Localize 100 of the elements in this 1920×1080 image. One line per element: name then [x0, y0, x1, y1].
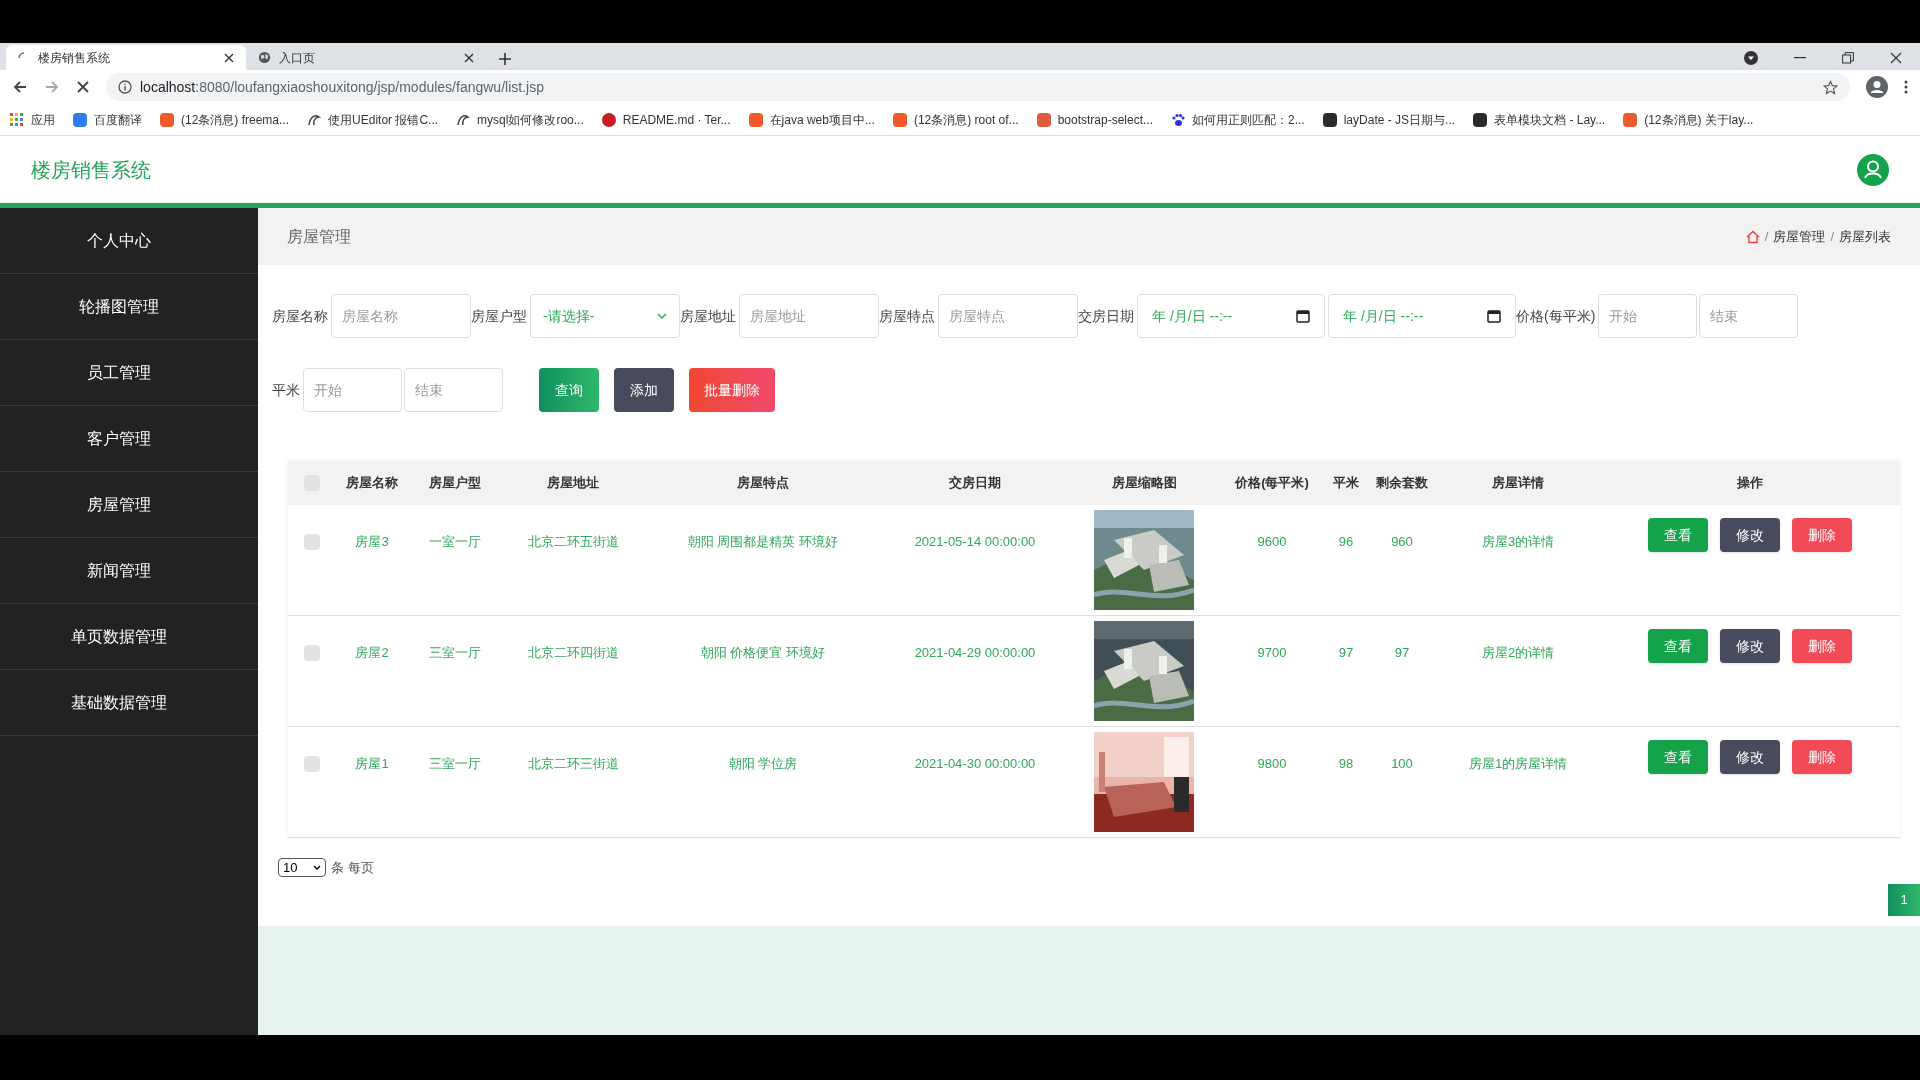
- column-header: 房屋户型: [428, 474, 482, 493]
- stop-loading-icon[interactable]: [76, 80, 90, 94]
- bookmark-link[interactable]: (12条消息) freema...: [181, 110, 290, 129]
- new-tab-icon[interactable]: [498, 52, 512, 66]
- filter-label: 价格(每平米): [1516, 306, 1596, 326]
- calendar-icon[interactable]: [1487, 309, 1501, 323]
- filter-input[interactable]: 结束: [1699, 294, 1799, 338]
- column-header: 剩余套数: [1375, 474, 1429, 493]
- square-logo-icon: [1036, 112, 1051, 127]
- filter-input[interactable]: 房屋名称: [331, 294, 471, 338]
- browser-tab[interactable]: 楼房销售系统: [6, 45, 246, 70]
- minimize-icon[interactable]: [1794, 56, 1806, 59]
- filter-label: 房屋地址: [680, 306, 736, 326]
- bookmark-link[interactable]: layDate - JS日期与...: [1343, 110, 1456, 129]
- table-cell-text: 北京二环四街道: [526, 644, 620, 662]
- app-title: 楼房销售系统: [31, 157, 151, 183]
- tab-title: 入口页: [279, 49, 316, 67]
- home-icon[interactable]: [1745, 229, 1760, 244]
- user-avatar-icon[interactable]: [1857, 153, 1889, 186]
- row-action-button[interactable]: 修改: [1720, 740, 1780, 774]
- column-header: 交房日期: [948, 474, 1002, 493]
- more-menu-icon[interactable]: [1904, 80, 1908, 94]
- row-action-button[interactable]: 删除: [1792, 518, 1852, 552]
- sidebar-item[interactable]: 客户管理: [0, 406, 258, 472]
- column-header: 房屋地址: [546, 474, 600, 493]
- filter-input[interactable]: 开始: [303, 368, 402, 412]
- column-header: 房屋特点: [736, 474, 790, 493]
- star-icon[interactable]: [1823, 79, 1838, 95]
- filter-label: 房屋户型: [471, 306, 527, 326]
- bookmark-link[interactable]: (12条消息) 关于lay...: [1644, 110, 1754, 129]
- row-action-button[interactable]: 删除: [1792, 629, 1852, 663]
- checkbox[interactable]: [304, 645, 320, 661]
- filter-input[interactable]: 开始: [1598, 294, 1698, 338]
- row-action-button[interactable]: 修改: [1720, 518, 1780, 552]
- filter-input[interactable]: 房屋特点: [938, 294, 1078, 338]
- row-action-button[interactable]: 删除: [1792, 740, 1852, 774]
- checkbox[interactable]: [304, 756, 320, 772]
- account-icon[interactable]: [1866, 76, 1888, 98]
- url-text: localhost:8080/loufangxiaoshouxitong/jsp/modules/fangwu/list.jsp: [140, 77, 544, 97]
- bookmark-link[interactable]: 如何用正则匹配：2...: [1192, 110, 1305, 129]
- per-page-label: 条 每页: [331, 859, 374, 877]
- tab-title: 楼房销售系统: [38, 49, 111, 67]
- bookmark-link[interactable]: README.md · Ter...: [622, 110, 731, 129]
- dropdown-circle-icon[interactable]: [1744, 50, 1758, 65]
- close-icon[interactable]: [224, 52, 234, 63]
- restore-icon[interactable]: [1842, 51, 1854, 64]
- table-cell-text: 朝阳 周围都是精英 环境好: [686, 533, 840, 551]
- c-logo-icon: [160, 112, 174, 127]
- column-header: 房屋详情: [1491, 474, 1545, 493]
- sidebar-item[interactable]: 基础数据管理: [0, 670, 258, 736]
- table-cell-text: 房屋2的详情: [1480, 644, 1556, 662]
- table-cell-text: 北京二环三街道: [526, 755, 620, 773]
- calendar-icon[interactable]: [1296, 309, 1310, 323]
- table-cell-text: 房屋3的详情: [1480, 533, 1556, 551]
- table-cell-text: 2021-04-30 00:00:00: [913, 755, 1037, 773]
- breadcrumb-link[interactable]: 房屋列表: [1839, 226, 1891, 247]
- table-cell-text: 朝阳 价格便宜 环境好: [699, 644, 827, 662]
- bookmark-link[interactable]: 表单模块文档 - Lay...: [1494, 110, 1606, 129]
- checkbox[interactable]: [304, 534, 320, 550]
- page-size-select[interactable]: 10: [278, 858, 326, 878]
- action-button[interactable]: 批量删除: [689, 368, 775, 412]
- table-cell-text: 960: [1390, 533, 1414, 551]
- square-logo-icon: [1473, 112, 1488, 127]
- table-cell-text: 9800: [1256, 755, 1288, 773]
- bookmark-link[interactable]: (12条消息) root of...: [913, 110, 1019, 129]
- bookmark-link[interactable]: mysql如何修改roo...: [477, 110, 584, 129]
- table-cell-text: 朝阳 学位房: [727, 755, 799, 773]
- sidebar-item[interactable]: 轮播图管理: [0, 274, 258, 340]
- column-header: 操作: [1736, 474, 1764, 493]
- action-button[interactable]: 添加: [614, 368, 674, 412]
- bookmark-link[interactable]: 百度翻译: [94, 110, 142, 129]
- table-cell-text: 三室一厅: [428, 644, 482, 662]
- paw-icon: [1171, 112, 1185, 127]
- info-icon: [118, 80, 132, 94]
- sidebar-item[interactable]: 单页数据管理: [0, 604, 258, 670]
- c-logo-icon: [892, 112, 907, 127]
- filter-label: 平米: [272, 380, 300, 400]
- content-title: 房屋管理: [287, 226, 351, 247]
- bookmark-link[interactable]: bootstrap-select...: [1057, 110, 1153, 129]
- sidebar-item[interactable]: 员工管理: [0, 340, 258, 406]
- bookmark-link[interactable]: 应用: [31, 110, 55, 129]
- column-header: 房屋缩略图: [1110, 474, 1178, 493]
- address-bar[interactable]: localhost:8080/loufangxiaoshouxitong/jsp/modules/fangwu/list.jsp: [106, 73, 1850, 101]
- bookmark-link[interactable]: 使用UEditor 报错C...: [328, 110, 439, 129]
- close-icon[interactable]: [1890, 51, 1902, 64]
- filter-input[interactable]: 结束: [404, 368, 503, 412]
- c-logo-icon: [1623, 112, 1638, 127]
- filter-input[interactable]: 房屋地址: [739, 294, 879, 338]
- filter-label: 房屋名称: [272, 306, 328, 326]
- bookmark-link[interactable]: 在java web项目中...: [769, 110, 875, 129]
- table-cell-text: 房屋1的房屋详情: [1467, 755, 1569, 773]
- row-action-button[interactable]: 修改: [1720, 629, 1780, 663]
- table-cell-text: 9700: [1256, 644, 1288, 662]
- table-cell-text: 北京二环五街道: [526, 533, 620, 551]
- close-icon[interactable]: [464, 52, 474, 63]
- sidebar-item[interactable]: 房屋管理: [0, 472, 258, 538]
- sidebar-item[interactable]: 新闻管理: [0, 538, 258, 604]
- breadcrumb-link[interactable]: 房屋管理: [1773, 226, 1826, 247]
- apps-grid-icon: [10, 112, 24, 127]
- back-arrow-icon[interactable]: [12, 79, 28, 95]
